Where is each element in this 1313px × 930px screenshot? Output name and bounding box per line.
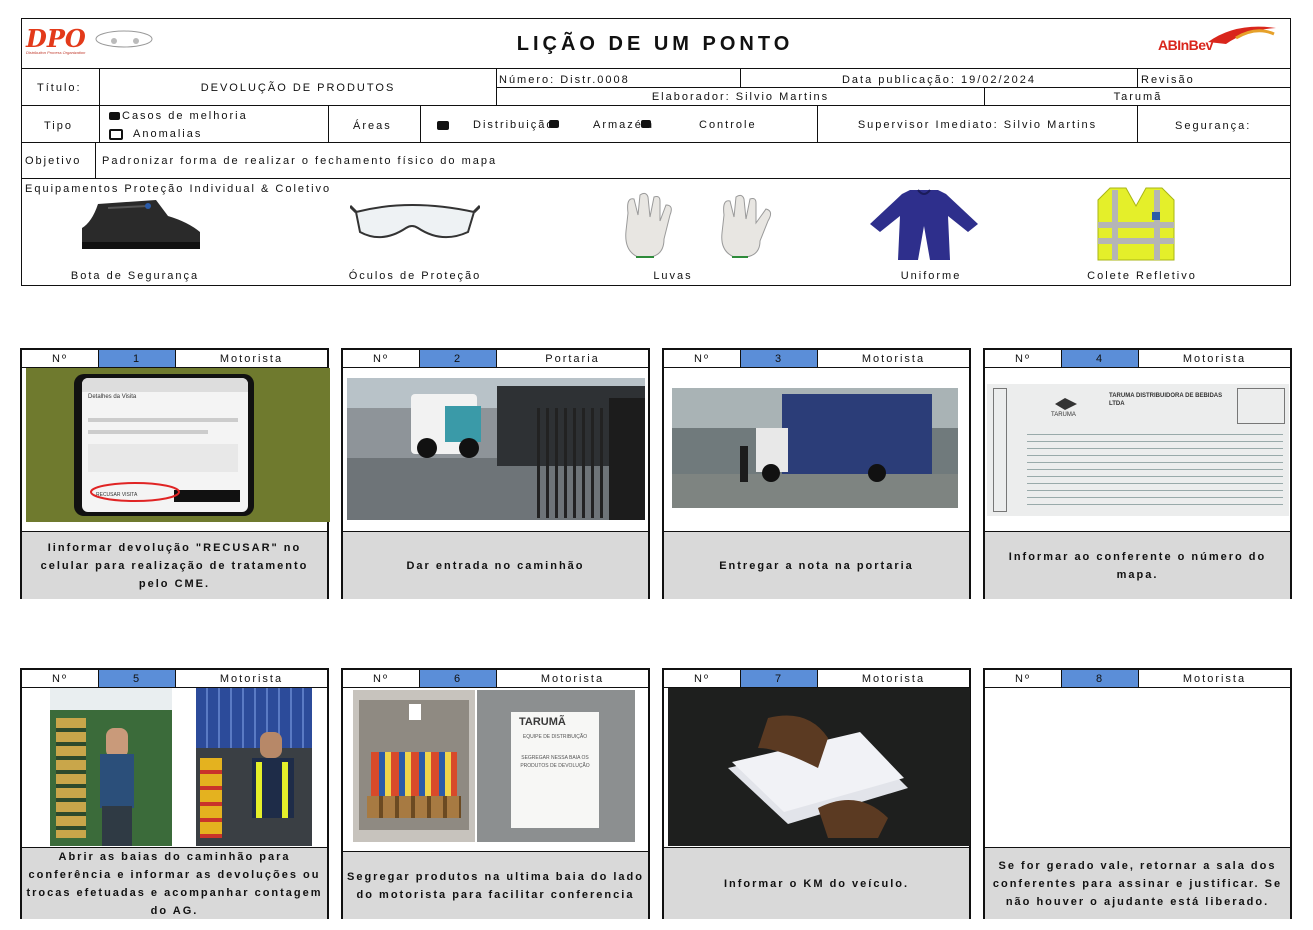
area-distribuicao: Distribuição [473, 118, 555, 131]
titulo-label: Título: [37, 82, 82, 94]
titulo-value: DEVOLUÇÃO DE PRODUTOS [200, 82, 396, 94]
step-role: Motorista [540, 672, 605, 685]
sign-brand: TARUMÃ [519, 716, 566, 728]
areas-label: Áreas [353, 120, 392, 132]
invoice-company: TARUMA DISTRIBUIDORA DE BEBIDAS LTDA [1109, 393, 1223, 407]
step-card-1: Nº 1 Motorista Detalhes da Visita RECUSAR … [20, 348, 330, 599]
tipo-option-melhoria[interactable]: Casos de melhoria [109, 109, 248, 123]
ppe-label-gloves: Luvas [653, 270, 693, 282]
step-number: 8 [1062, 670, 1139, 687]
checkbox-distribuicao-icon[interactable] [437, 121, 449, 130]
ppe-label-boot: Bota de Segurança [70, 270, 200, 282]
step-no-label: Nº [22, 670, 99, 687]
step-role: Motorista [1182, 352, 1247, 365]
elaborador-field: Elaborador: Silvio Martins [651, 90, 830, 103]
step-role: Portaria [545, 352, 600, 365]
taruma-logo-icon [1055, 398, 1077, 410]
step-photo-sign: TARUMÃ EQUIPE DE DISTRIBUIÇÃO SEGREGAR N… [477, 690, 635, 842]
step-number: 5 [99, 670, 176, 687]
step-photo-pallet [353, 690, 475, 842]
step-description: Se for gerado vale, retornar a sala dos … [985, 847, 1290, 919]
dpo-logo-subtitle: Distribution Process Organization [26, 50, 86, 55]
step-description: Iinformar devolução "RECUSAR" no celular… [22, 531, 327, 599]
checkbox-anomalias-icon[interactable] [109, 128, 123, 140]
step-card-7: Nº 7 Motorista Informar o KM do veículo. [662, 668, 971, 919]
step-no-label: Nº [343, 350, 420, 367]
epi-title: Equipamentos Proteção Individual & Colet… [25, 183, 332, 195]
sign-text: SEGREGAR NESSA BAIA OS PRODUTOS DE DEVOL… [520, 755, 590, 769]
tipo-option-anomalias[interactable]: Anomalias [109, 127, 202, 141]
checkbox-armazem-icon[interactable] [549, 120, 559, 128]
step-card-6: Nº 6 Motorista TARUMÃ EQUIPE DE DISTRIBUIÇ… [341, 668, 650, 919]
page-title: LIÇÃO DE UM PONTO [516, 33, 794, 55]
unidade-field: Tarumã [1113, 90, 1163, 103]
step-no-label: Nº [664, 670, 741, 687]
abinbev-logo-text: ABInBev [1158, 37, 1213, 53]
step-photo-phone: Detalhes da Visita RECUSAR VISITA [26, 368, 330, 522]
tipo-option-melhoria-label: Casos de melhoria [122, 110, 248, 122]
revisao-field: Revisão [1141, 73, 1195, 86]
step-description: Abrir as baias do caminhão para conferên… [22, 847, 327, 919]
step-number: 6 [420, 670, 497, 687]
safety-glasses-icon [350, 204, 480, 239]
step-description: Segregar produtos na ultima baia do lado… [343, 851, 648, 919]
step-no-label: Nº [22, 350, 99, 367]
step-number: 3 [741, 350, 818, 367]
step-photo-papers [668, 688, 970, 846]
step-card-3: Nº 3 Motorista Entregar a nota na portaria [662, 348, 971, 599]
ppe-label-glasses: Óculos de Proteção [348, 270, 482, 282]
sign-subtitle: EQUIPE DE DISTRIBUIÇÃO [522, 734, 588, 740]
ppe-label-vest: Colete Refletivo [1087, 270, 1197, 282]
step-role: Motorista [1182, 672, 1247, 685]
step-photo-truck-bays-b [196, 688, 312, 846]
data-publicacao: Data publicação: 19/02/2024 [841, 73, 1037, 86]
red-circle-mark-icon [90, 482, 180, 502]
step-number: 1 [99, 350, 176, 367]
step-number: 4 [1062, 350, 1139, 367]
step-no-label: Nº [664, 350, 741, 367]
uniform-icon [870, 189, 978, 260]
objetivo-value: Padronizar forma de realizar o fechament… [102, 155, 498, 167]
step-card-4: Nº 4 Motorista TARUMA TARUMA DISTRIBUIDORA… [983, 348, 1292, 599]
dpo-logo-text: DPO [26, 24, 86, 53]
step-number: 2 [420, 350, 497, 367]
step-photo-truck-gate [347, 378, 645, 520]
checkbox-controle-icon[interactable] [641, 120, 651, 128]
phone-screen-title: Detalhes da Visita [88, 394, 137, 400]
area-controle: Controle [699, 118, 757, 131]
invoice-brand: TARUMA [1051, 412, 1076, 418]
objetivo-label: Objetivo [25, 155, 82, 167]
safety-boot-icon [82, 200, 200, 249]
numero-field: Número: Distr.0008 [499, 73, 630, 86]
step-description: Dar entrada no caminhão [343, 531, 648, 599]
step-photo-truck-delivery [672, 388, 958, 508]
step-number: 7 [741, 670, 818, 687]
step-role: Motorista [861, 672, 926, 685]
checkbox-melhoria-icon[interactable] [109, 112, 120, 120]
step-no-label: Nº [985, 350, 1062, 367]
reflective-vest-icon [1097, 187, 1175, 261]
step-card-2: Nº 2 Portaria Dar entrada no caminhão [341, 348, 650, 599]
tipo-option-anomalias-label: Anomalias [133, 128, 203, 140]
step-description: Informar o KM do veículo. [664, 847, 969, 919]
tipo-label: Tipo [44, 120, 73, 132]
step-description: Entregar a nota na portaria [664, 531, 969, 599]
gloves-icon [625, 192, 772, 258]
step-role: Motorista [219, 352, 284, 365]
ppe-label-uniform: Uniforme [900, 270, 962, 282]
abinbev-logo: ABInBev [1156, 20, 1280, 60]
step-card-8: Nº 8 Motorista Se for gerado vale, retorna… [983, 668, 1292, 919]
step-photo-truck-bays-a [50, 688, 172, 846]
seguranca-field: Segurança: [1175, 119, 1252, 132]
step-role: Motorista [219, 672, 284, 685]
step-description: Informar ao conferente o número do mapa. [985, 531, 1290, 599]
dpo-logo: DPO Distribution Process Organization [24, 22, 164, 60]
step-card-5: Nº 5 Motorista Abrir as baias do caminhão … [20, 668, 329, 919]
supervisor-field: Supervisor Imediato: Silvio Martins [857, 118, 1098, 131]
step-no-label: Nº [985, 670, 1062, 687]
step-photo-invoice: TARUMA TARUMA DISTRIBUIDORA DE BEBIDAS L… [987, 384, 1289, 516]
step-role: Motorista [861, 352, 926, 365]
step-no-label: Nº [343, 670, 420, 687]
